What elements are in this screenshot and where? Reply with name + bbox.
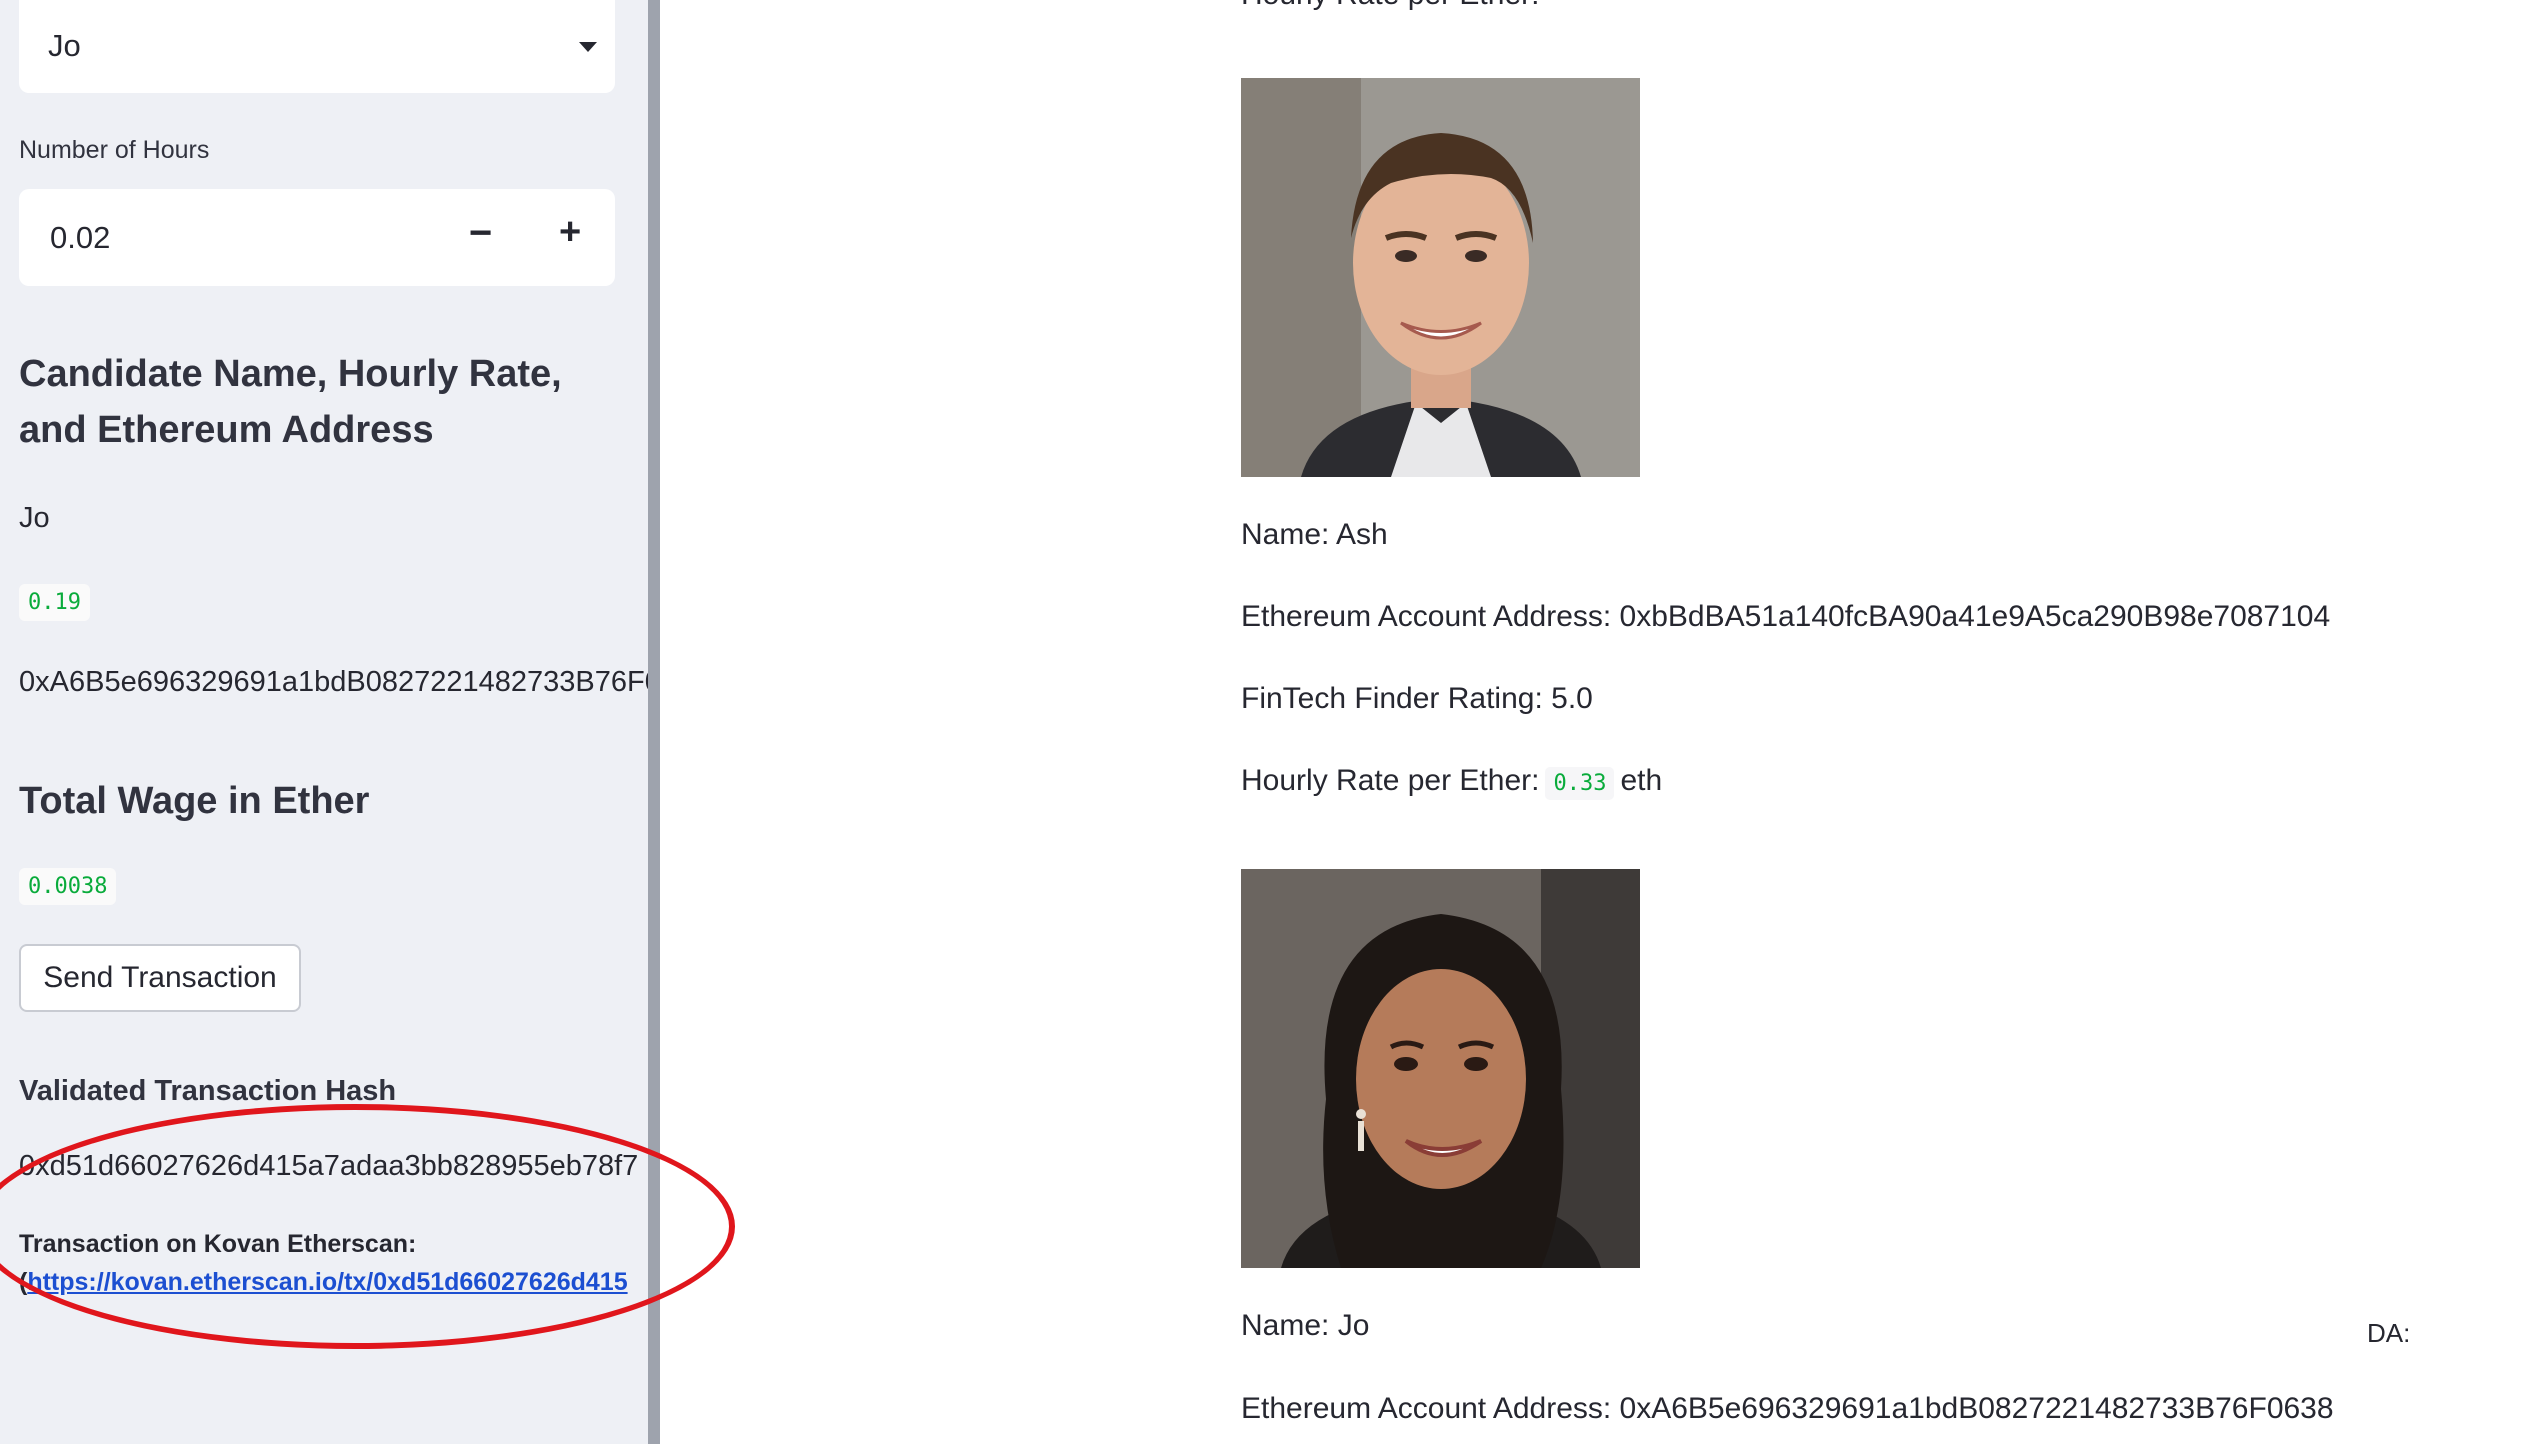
transaction-hash: 0xd51d66027626d415a7adaa3bb828955eb78f7	[19, 1150, 639, 1182]
candidate-rating-ash: FinTech Finder Rating: 5.0	[1241, 682, 1593, 715]
candidate-photo-jo	[1241, 869, 1640, 1268]
total-wage-value: 0.0038	[19, 868, 117, 905]
rate-value: 0.33	[1545, 767, 1615, 800]
candidate-info-heading: Candidate Name, Hourly Rate, and Ethereu…	[19, 353, 562, 451]
sidebar: Jo Number of Hours 0.02 − + Candidate Na…	[0, 0, 648, 1444]
candidate-address-jo: Ethereum Account Address: 0xA6B5e6963296…	[1241, 1392, 2334, 1425]
increment-button[interactable]: +	[559, 211, 581, 254]
top-cutoff-text: Hourly Rate per Ether:	[1241, 0, 1539, 12]
candidate-select-value: Jo	[48, 28, 81, 63]
candidate-rate: 0.19	[19, 584, 90, 621]
hours-input[interactable]: 0.02 − +	[19, 189, 615, 286]
candidate-select[interactable]: Jo	[19, 0, 615, 93]
kovan-link-line: (https://kovan.etherscan.io/tx/0xd51d660…	[19, 1268, 628, 1297]
transaction-hash-heading: Validated Transaction Hash	[19, 1075, 397, 1107]
hours-label: Number of Hours	[19, 136, 210, 164]
sidebar-resize-handle[interactable]	[648, 0, 660, 1444]
candidate-name: Jo	[19, 502, 50, 534]
candidate-rate-ash: Hourly Rate per Ether: 0.33 eth	[1241, 764, 1663, 800]
candidate-address: 0xA6B5e696329691a1bdB0827221482733B76F0	[19, 666, 648, 698]
rate-label: Hourly Rate per Ether:	[1241, 764, 1540, 797]
stray-text: DA:	[2367, 1318, 2411, 1348]
chevron-down-icon[interactable]	[579, 42, 597, 52]
kovan-label: Transaction on Kovan Etherscan:	[19, 1230, 417, 1258]
candidate-photo-ash	[1241, 78, 1640, 477]
kovan-etherscan-link[interactable]: https://kovan.etherscan.io/tx/0xd51d6602…	[27, 1268, 627, 1296]
candidate-name-jo: Name: Jo	[1241, 1309, 1370, 1342]
candidate-name-ash: Name: Ash	[1241, 518, 1388, 551]
send-transaction-button[interactable]: Send Transaction	[19, 944, 301, 1012]
hours-value[interactable]: 0.02	[50, 220, 110, 256]
rate-unit: eth	[1620, 764, 1663, 797]
candidate-address-ash: Ethereum Account Address: 0xbBdBA51a140f…	[1241, 600, 2331, 633]
decrement-button[interactable]: −	[469, 211, 492, 256]
total-wage-heading: Total Wage in Ether	[19, 780, 370, 822]
